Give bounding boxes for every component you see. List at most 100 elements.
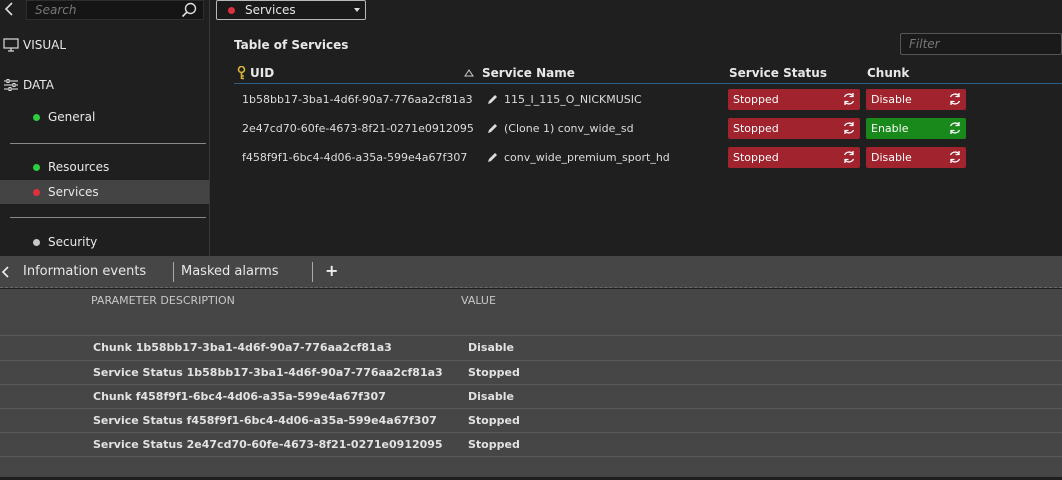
refresh-icon — [949, 93, 961, 105]
service-name-cell[interactable]: conv_wide_premium_sport_hd — [487, 151, 670, 164]
sort-ascending-icon — [464, 69, 474, 77]
search-input[interactable] — [33, 2, 173, 18]
service-status-button[interactable]: Stopped — [728, 118, 860, 139]
column-header-value: VALUE — [461, 294, 496, 307]
status-dot — [33, 163, 40, 171]
status-dot — [33, 113, 40, 121]
service-status-button[interactable]: Stopped — [728, 147, 860, 168]
nav-section-data[interactable]: DATA — [0, 75, 54, 95]
table-row[interactable]: f458f9f1-6bc4-4d06-a35a-599e4a67f307 con… — [234, 146, 1062, 170]
sidebar-item-security[interactable]: Security — [0, 230, 209, 254]
chunk-label: Disable — [871, 93, 912, 106]
service-name-label: conv_wide_premium_sport_hd — [504, 151, 670, 164]
sidebar-item-resources[interactable]: Resources — [0, 155, 209, 179]
tab-divider — [173, 262, 174, 282]
parameter-row[interactable]: Chunk f458f9f1-6bc4-4d06-a35a-599e4a67f3… — [0, 384, 1062, 408]
column-header-service-name[interactable]: Service Name — [464, 66, 575, 80]
refresh-icon — [843, 122, 855, 134]
sidebar-item-services[interactable]: Services — [0, 180, 209, 204]
parameter-row[interactable]: Service Status f458f9f1-6bc4-4d06-a35a-5… — [0, 408, 1062, 432]
column-header-chunk[interactable]: Chunk — [867, 66, 909, 80]
table-title: Table of Services — [234, 38, 349, 52]
add-tab-button[interactable]: + — [325, 261, 338, 280]
refresh-icon — [949, 122, 961, 134]
parameter-value: Disable — [468, 390, 514, 403]
service-name-cell[interactable]: (Clone 1) conv_wide_sd — [487, 122, 634, 135]
dropdown-label: Services — [245, 3, 296, 17]
caret-down-icon — [354, 8, 360, 12]
column-header-uid[interactable]: UID — [237, 66, 274, 80]
key-icon — [237, 66, 246, 80]
column-header-service-status[interactable]: Service Status — [729, 66, 827, 80]
divider — [10, 143, 206, 144]
sidebar-item-general[interactable]: General — [0, 105, 209, 129]
pencil-icon[interactable] — [487, 152, 498, 163]
back-arrow-icon[interactable] — [1, 265, 11, 279]
chunk-toggle-button[interactable]: Disable — [866, 147, 966, 168]
nav-section-visual[interactable]: VISUAL — [0, 35, 66, 55]
back-arrow-icon[interactable] — [4, 2, 16, 16]
divider — [10, 217, 206, 218]
filter-input[interactable] — [907, 36, 1047, 52]
service-name-label: (Clone 1) conv_wide_sd — [504, 122, 634, 135]
service-status-button[interactable]: Stopped — [728, 89, 860, 110]
tab-masked-alarms[interactable]: Masked alarms — [181, 264, 279, 279]
column-header-label: Chunk — [867, 66, 910, 80]
status-label: Stopped — [733, 93, 779, 106]
parameter-description: Service Status 1b58bb17-3ba1-4d6f-90a7-7… — [93, 366, 443, 379]
tab-information-events[interactable]: Information events — [23, 264, 146, 279]
sidebar-item-label: General — [48, 110, 96, 124]
column-header-label: UID — [250, 66, 275, 80]
column-header-parameter-description: PARAMETER DESCRIPTION — [91, 294, 235, 307]
chunk-label: Enable — [871, 122, 909, 135]
parameter-description: Chunk 1b58bb17-3ba1-4d6f-90a7-776aa2cf81… — [93, 341, 392, 354]
refresh-icon — [949, 151, 961, 163]
tab-divider — [312, 262, 313, 282]
parameter-row[interactable]: Service Status 1b58bb17-3ba1-4d6f-90a7-7… — [0, 360, 1062, 384]
filter-box — [900, 33, 1062, 55]
parameters-panel: PARAMETER DESCRIPTION VALUE Chunk 1b58bb… — [0, 289, 1062, 477]
column-header-label: Service Status — [729, 66, 827, 80]
service-name-cell[interactable]: 115_I_115_O_NICKMUSIC — [487, 93, 642, 106]
parameter-value: Disable — [468, 341, 514, 354]
sidebar-item-label: Resources — [48, 160, 110, 174]
nav-section-label: DATA — [23, 78, 54, 92]
uid-cell: 2e47cd70-60fe-4673-8f21-0271e0912095 — [242, 122, 474, 135]
table-row[interactable]: 1b58bb17-3ba1-4d6f-90a7-776aa2cf81a3 115… — [234, 88, 1062, 112]
table-header: UID Service Name Service Status Chunk — [234, 62, 1062, 84]
pencil-icon[interactable] — [487, 94, 498, 105]
sidebar-item-label: Services — [48, 185, 99, 199]
chunk-label: Disable — [871, 151, 912, 164]
chunk-toggle-button[interactable]: Enable — [866, 118, 966, 139]
bottom-tab-bar: Information events Masked alarms + — [0, 256, 1062, 288]
status-dot — [33, 188, 40, 196]
page-selector-dropdown[interactable]: Services — [216, 0, 366, 20]
monitor-icon — [3, 38, 19, 52]
refresh-icon — [843, 93, 855, 105]
pencil-icon[interactable] — [487, 123, 498, 134]
parameter-description: Service Status f458f9f1-6bc4-4d06-a35a-5… — [93, 414, 437, 427]
status-dot — [33, 238, 40, 246]
parameter-value: Stopped — [468, 438, 520, 451]
search-box — [26, 0, 204, 20]
status-label: Stopped — [733, 151, 779, 164]
refresh-icon — [843, 151, 855, 163]
parameter-value: Stopped — [468, 366, 520, 379]
sliders-icon — [4, 79, 18, 91]
sidebar-item-label: Security — [48, 235, 98, 249]
parameter-row[interactable]: Service Status 2e47cd70-60fe-4673-8f21-0… — [0, 432, 1062, 456]
search-icon[interactable] — [181, 2, 197, 18]
chunk-toggle-button[interactable]: Disable — [866, 89, 966, 110]
main-panel: Services Table of Services UID Service N… — [210, 0, 1062, 256]
parameter-value: Stopped — [468, 414, 520, 427]
sidebar: VISUAL DATA General Resources Services S… — [0, 0, 210, 256]
uid-cell: f458f9f1-6bc4-4d06-a35a-599e4a67f307 — [242, 151, 468, 164]
parameter-description: Chunk f458f9f1-6bc4-4d06-a35a-599e4a67f3… — [93, 390, 386, 403]
nav-section-label: VISUAL — [23, 38, 67, 52]
status-dot — [228, 6, 235, 14]
table-row[interactable]: 2e47cd70-60fe-4673-8f21-0271e0912095 (Cl… — [234, 117, 1062, 141]
status-label: Stopped — [733, 122, 779, 135]
parameter-row-empty — [0, 456, 1062, 480]
parameter-row[interactable]: Chunk 1b58bb17-3ba1-4d6f-90a7-776aa2cf81… — [0, 335, 1062, 359]
service-name-label: 115_I_115_O_NICKMUSIC — [504, 93, 642, 106]
